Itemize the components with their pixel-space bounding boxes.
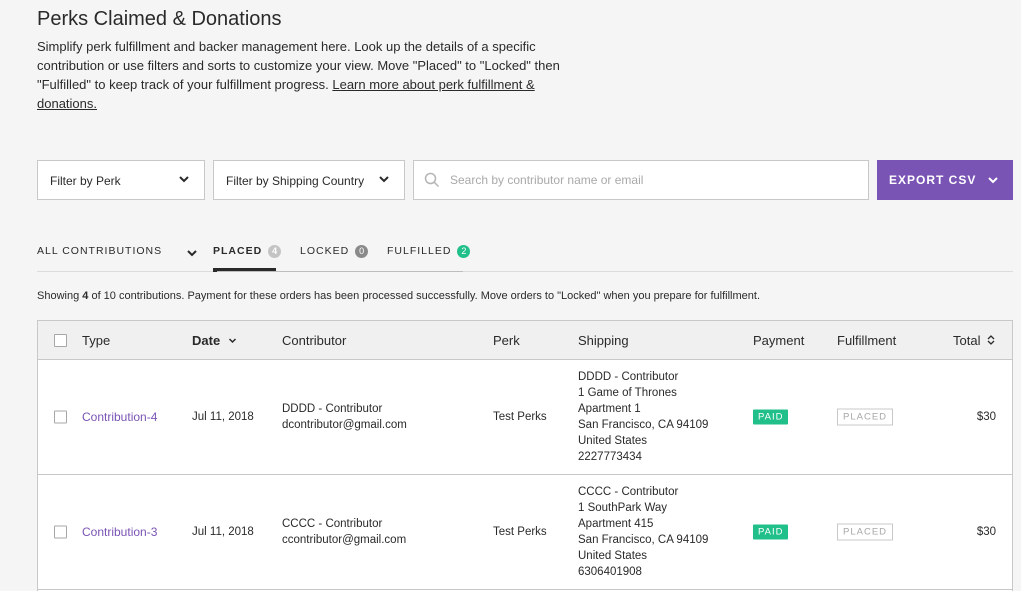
table-row: Contribution-4 Jul 11, 2018 DDDD - Contr… bbox=[38, 360, 1012, 475]
tab-all-contributions[interactable]: ALL CONTRIBUTIONS bbox=[37, 237, 198, 272]
header-shipping: Shipping bbox=[578, 333, 629, 348]
row-contributor: CCCC - Contributor ccontributor@gmail.co… bbox=[282, 516, 406, 548]
row-date: Jul 11, 2018 bbox=[192, 411, 254, 423]
fulfillment-status-badge: PLACED bbox=[837, 408, 894, 426]
search-placeholder: Search by contributor name or email bbox=[450, 173, 644, 187]
row-contributor: DDDD - Contributor dcontributor@gmail.co… bbox=[282, 401, 407, 433]
shipping-line: 6306401908 bbox=[578, 566, 642, 578]
tab-placed-count: 4 bbox=[268, 245, 282, 258]
header-payment: Payment bbox=[753, 333, 805, 348]
chevron-down-icon bbox=[988, 177, 998, 184]
shipping-line: Apartment 1 bbox=[578, 403, 641, 415]
export-label: EXPORT CSV bbox=[889, 173, 977, 187]
results-summary: Showing 4 of 10 contributions. Payment f… bbox=[37, 290, 760, 302]
filter-by-country-dropdown[interactable]: Filter by Shipping Country bbox=[213, 160, 405, 200]
row-total: $30 bbox=[976, 411, 996, 423]
tab-placed-label: PLACED bbox=[213, 245, 263, 257]
tab-locked[interactable]: LOCKED 0 bbox=[300, 237, 369, 272]
contributor-email: ccontributor@gmail.com bbox=[282, 534, 407, 546]
status-tabs: ALL CONTRIBUTIONS PLACED 4 LOCKED 0 FULF… bbox=[37, 237, 1013, 272]
row-shipping: CCCC - Contributor 1 SouthPark Way Apart… bbox=[578, 484, 708, 580]
shipping-line: San Francisco, CA 94109 bbox=[578, 534, 709, 546]
header-total-label: Total bbox=[953, 333, 981, 348]
contributor-name: CCCC - Contributor bbox=[282, 518, 383, 530]
filter-perk-label: Filter by Perk bbox=[50, 174, 121, 188]
shipping-line: Apartment 415 bbox=[578, 518, 654, 530]
contributor-email: dcontributor@gmail.com bbox=[282, 419, 407, 431]
tab-all-label: ALL CONTRIBUTIONS bbox=[37, 245, 163, 257]
tab-locked-count: 0 bbox=[355, 245, 369, 258]
page-title: Perks Claimed & Donations bbox=[37, 8, 282, 30]
sort-icon bbox=[987, 335, 995, 345]
contribution-link[interactable]: Contribution-3 bbox=[82, 525, 157, 539]
row-total: $30 bbox=[976, 526, 996, 538]
payment-status-badge: PAID bbox=[753, 409, 789, 425]
tab-placed[interactable]: PLACED 4 bbox=[213, 237, 282, 272]
table-header: Type Date Contributor Perk Shipping Paym… bbox=[38, 321, 1012, 360]
shipping-line: San Francisco, CA 94109 bbox=[578, 419, 709, 431]
shipping-line: CCCC - Contributor bbox=[578, 486, 679, 498]
header-date-label: Date bbox=[192, 333, 221, 348]
search-icon bbox=[424, 172, 440, 188]
row-perk: Test Perks bbox=[493, 411, 547, 423]
header-total[interactable]: Total bbox=[953, 333, 995, 348]
tab-fulfilled[interactable]: FULFILLED 2 bbox=[387, 237, 471, 272]
chevron-down-icon bbox=[228, 338, 236, 344]
chevron-down-icon bbox=[379, 176, 389, 183]
filter-country-label: Filter by Shipping Country bbox=[226, 174, 365, 188]
row-shipping: DDDD - Contributor 1 Game of Thrones Apa… bbox=[578, 369, 708, 465]
header-date[interactable]: Date bbox=[192, 333, 237, 348]
tab-fulfilled-label: FULFILLED bbox=[387, 245, 452, 257]
tab-divider bbox=[217, 271, 463, 272]
header-perk: Perk bbox=[493, 333, 520, 348]
contribution-link[interactable]: Contribution-4 bbox=[82, 410, 157, 424]
row-checkbox[interactable] bbox=[54, 525, 67, 539]
payment-status-badge: PAID bbox=[753, 524, 789, 540]
header-type: Type bbox=[82, 333, 111, 348]
page-intro: Simplify perk fulfillment and backer man… bbox=[37, 37, 597, 113]
row-date: Jul 11, 2018 bbox=[192, 526, 254, 538]
shipping-line: 2227773434 bbox=[578, 451, 642, 463]
shipping-line: United States bbox=[578, 435, 648, 447]
shipping-line: DDDD - Contributor bbox=[578, 371, 679, 383]
summary-prefix: Showing bbox=[37, 290, 83, 302]
shipping-line: 1 SouthPark Way bbox=[578, 502, 668, 514]
header-fulfillment: Fulfillment bbox=[837, 333, 897, 348]
tab-fulfilled-count: 2 bbox=[457, 245, 471, 258]
fulfillment-status-badge: PLACED bbox=[837, 523, 894, 541]
export-csv-button[interactable]: EXPORT CSV bbox=[877, 160, 1013, 200]
contributor-name: DDDD - Contributor bbox=[282, 403, 383, 415]
shipping-line: United States bbox=[578, 550, 648, 562]
filter-by-perk-dropdown[interactable]: Filter by Perk bbox=[37, 160, 205, 200]
search-input[interactable]: Search by contributor name or email bbox=[413, 160, 869, 200]
summary-suffix: of 10 contributions. Payment for these o… bbox=[88, 290, 761, 302]
tab-locked-label: LOCKED bbox=[300, 245, 350, 257]
row-perk: Test Perks bbox=[493, 526, 547, 538]
header-contributor: Contributor bbox=[282, 333, 347, 348]
select-all-checkbox[interactable] bbox=[54, 334, 67, 347]
table-row: Contribution-3 Jul 11, 2018 CCCC - Contr… bbox=[38, 475, 1012, 590]
contributions-table: Type Date Contributor Perk Shipping Paym… bbox=[37, 320, 1013, 591]
chevron-down-icon bbox=[179, 176, 189, 183]
chevron-down-icon bbox=[187, 250, 197, 257]
row-checkbox[interactable] bbox=[54, 410, 67, 424]
shipping-line: 1 Game of Thrones bbox=[578, 387, 677, 399]
